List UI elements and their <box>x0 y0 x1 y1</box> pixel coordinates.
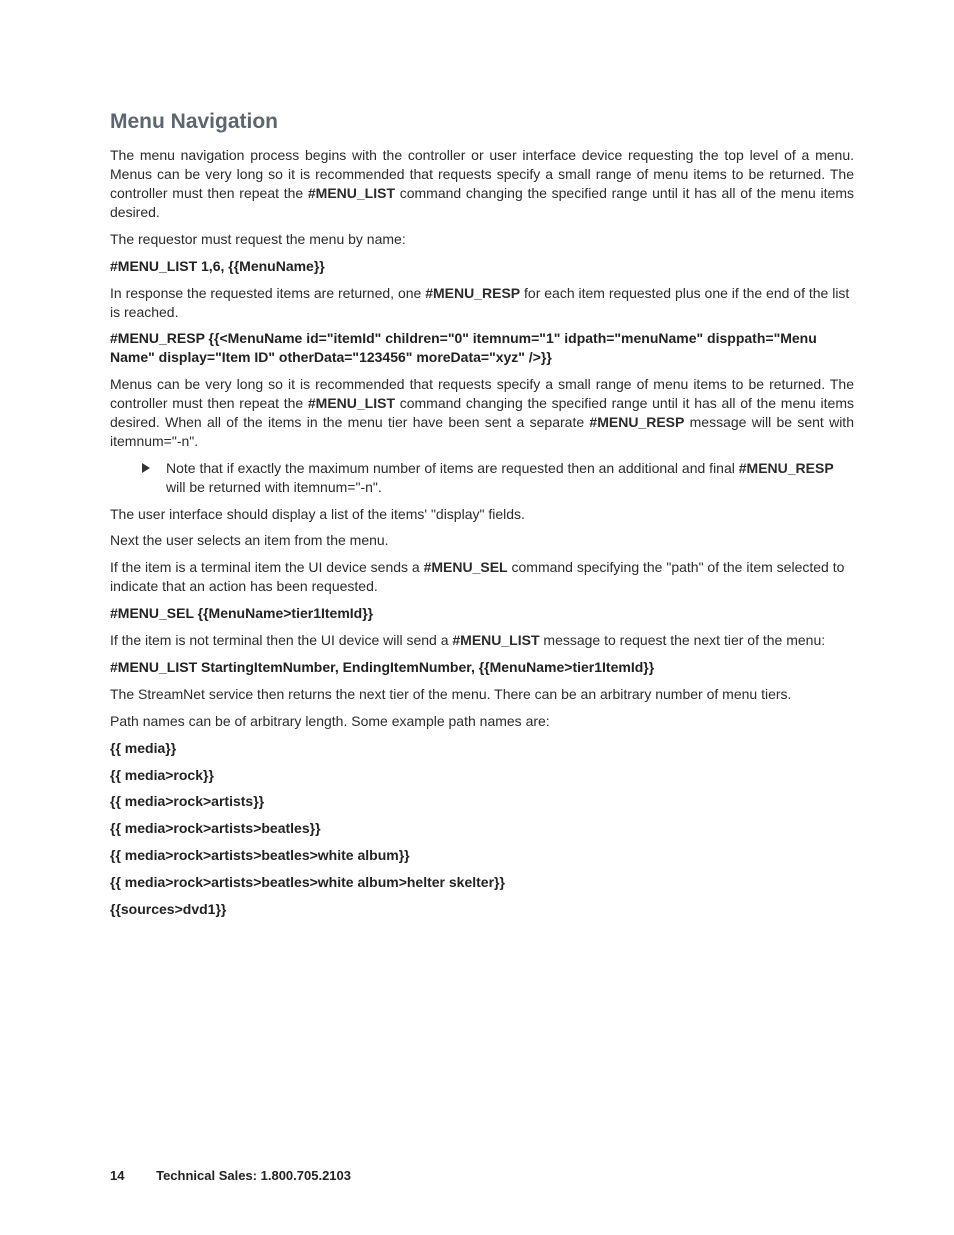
path-example: {{ media>rock>artists>beatles>white albu… <box>110 846 854 865</box>
command-name: #MENU_RESP <box>739 460 834 476</box>
paragraph: The StreamNet service then returns the n… <box>110 685 854 704</box>
path-example: {{ media}} <box>110 739 854 758</box>
path-example: {{ media>rock>artists}} <box>110 792 854 811</box>
command-name: #MENU_LIST <box>308 185 395 201</box>
paragraph: Menus can be very long so it is recommen… <box>110 375 854 451</box>
path-example: {{ media>rock>artists>beatles}} <box>110 819 854 838</box>
command-name: #MENU_RESP <box>589 414 684 430</box>
command-example: #MENU_LIST 1,6, {{MenuName}} <box>110 257 854 276</box>
paragraph: The menu navigation process begins with … <box>110 146 854 222</box>
command-example: #MENU_SEL {{MenuName>tier1ItemId}} <box>110 604 854 623</box>
paragraph: The requestor must request the menu by n… <box>110 230 854 249</box>
paragraph: If the item is a terminal item the UI de… <box>110 558 854 596</box>
paragraph: Next the user selects an item from the m… <box>110 531 854 550</box>
note-item: Note that if exactly the maximum number … <box>142 459 854 497</box>
command-name: #MENU_RESP <box>425 285 520 301</box>
text: will be returned with itemnum="-n". <box>166 479 382 495</box>
text: If the item is not terminal then the UI … <box>110 632 452 648</box>
command-name: #MENU_LIST <box>308 395 395 411</box>
text: message to request the next tier of the … <box>540 632 826 648</box>
text: In response the requested items are retu… <box>110 285 425 301</box>
text: If the item is a terminal item the UI de… <box>110 559 424 575</box>
footer-label: Technical Sales: 1.800.705.2103 <box>156 1168 351 1183</box>
page-number: 14 <box>110 1167 124 1185</box>
path-example: {{ media>rock}} <box>110 766 854 785</box>
note-list: Note that if exactly the maximum number … <box>142 459 854 497</box>
text: Note that if exactly the maximum number … <box>166 460 739 476</box>
command-name: #MENU_LIST <box>452 632 539 648</box>
paragraph: If the item is not terminal then the UI … <box>110 631 854 650</box>
paragraph: Path names can be of arbitrary length. S… <box>110 712 854 731</box>
page-footer: 14 Technical Sales: 1.800.705.2103 <box>110 1167 351 1185</box>
section-heading: Menu Navigation <box>110 108 854 136</box>
paragraph: The user interface should display a list… <box>110 505 854 524</box>
path-example: {{sources>dvd1}} <box>110 900 854 919</box>
path-example: {{ media>rock>artists>beatles>white albu… <box>110 873 854 892</box>
command-example: #MENU_RESP {{<MenuName id="itemId" child… <box>110 329 854 367</box>
command-name: #MENU_SEL <box>424 559 508 575</box>
paragraph: In response the requested items are retu… <box>110 284 854 322</box>
command-example: #MENU_LIST StartingItemNumber, EndingIte… <box>110 658 854 677</box>
